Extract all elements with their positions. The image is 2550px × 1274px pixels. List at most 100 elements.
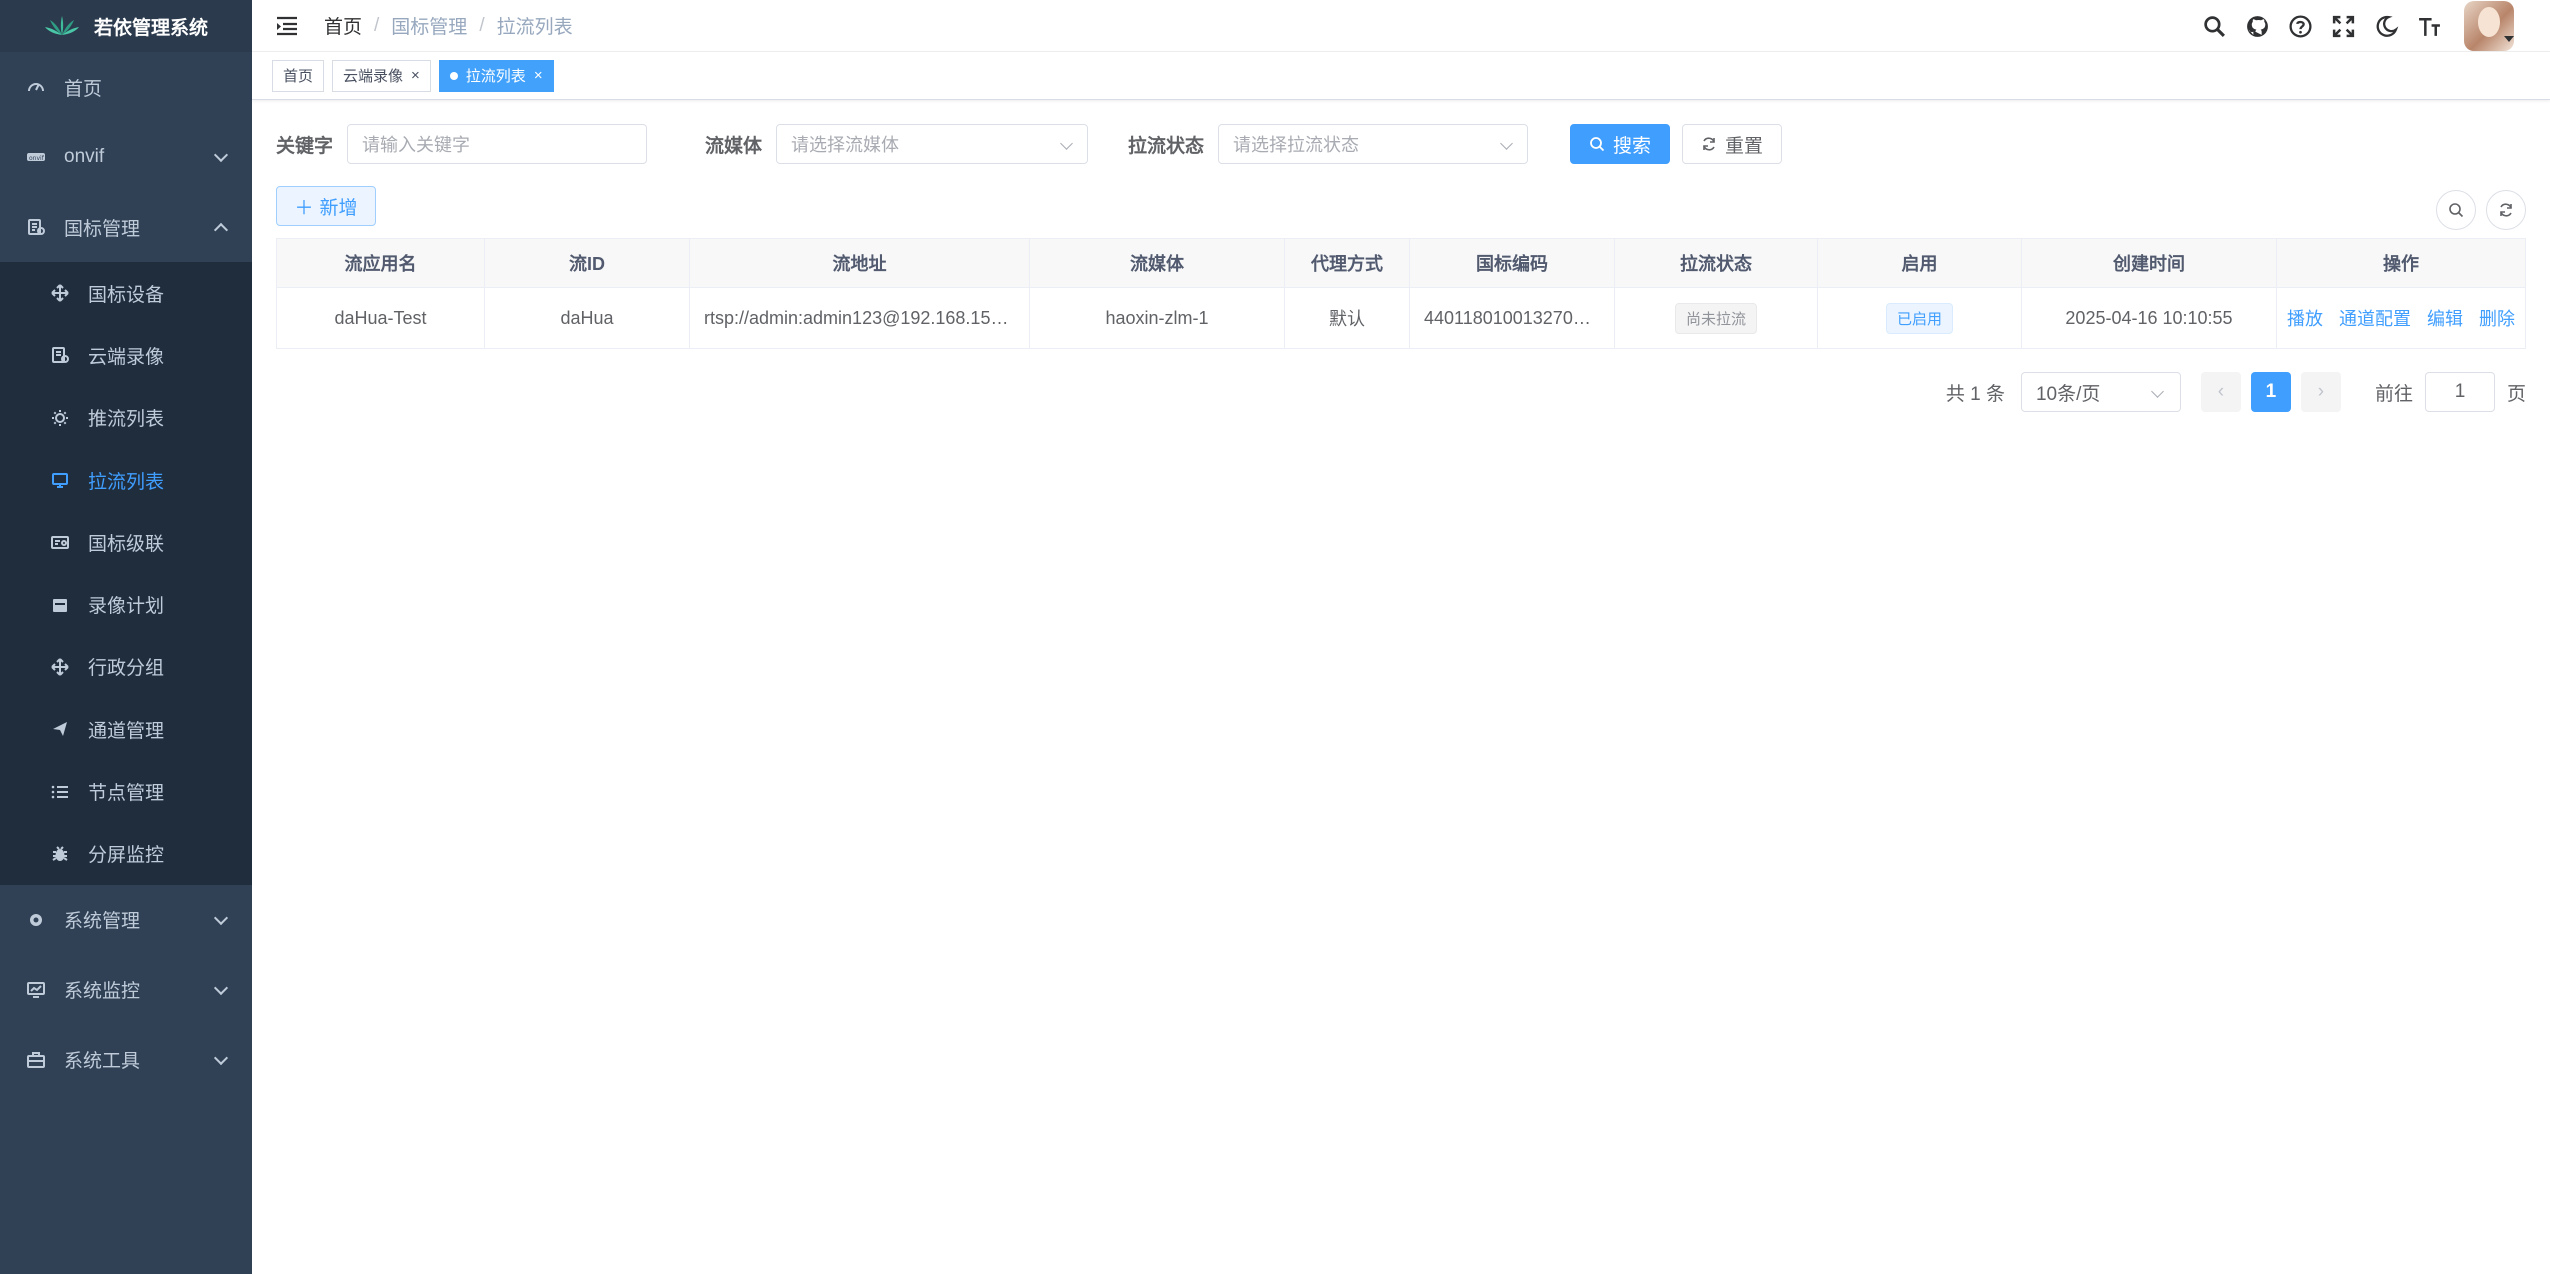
sidebar-item-system-tools[interactable]: 系统工具 <box>0 1025 252 1095</box>
chevron-down-icon <box>1500 137 1513 150</box>
sidebar-item-push-list[interactable]: 推流列表 <box>0 387 252 449</box>
column-header: 代理方式 <box>1285 239 1410 288</box>
stream-proxy-table: 流应用名 流ID 流地址 流媒体 代理方式 国标编码 拉流状态 启用 创建时间 … <box>276 238 2526 349</box>
sidebar-item-label: 系统监控 <box>64 981 141 1003</box>
sidebar-item-record-plan[interactable]: 录像计划 <box>0 573 252 635</box>
moon-icon[interactable] <box>2374 14 2399 39</box>
reset-button[interactable]: 重置 <box>1682 124 1783 164</box>
add-button[interactable]: ＋ 新增 <box>276 186 376 226</box>
table-header: 流应用名 流ID 流地址 流媒体 代理方式 国标编码 拉流状态 启用 创建时间 … <box>277 239 2525 288</box>
media-select[interactable]: 请选择流媒体 <box>776 124 1089 164</box>
keyword-input[interactable]: 请输入关键字 <box>347 124 648 164</box>
sidebar-item-channel-management[interactable]: 通道管理 <box>0 698 252 760</box>
plus-icon: ＋ <box>294 197 314 219</box>
document-icon <box>50 345 70 365</box>
goto-page-input[interactable]: 1 <box>2424 372 2495 412</box>
sidebar-item-node-management[interactable]: 节点管理 <box>0 760 252 822</box>
search-icon <box>1590 137 1605 152</box>
sidebar-item-admin-group[interactable]: 行政分组 <box>0 636 252 698</box>
table-row: daHua-Test daHua rtsp://admin:admin123@1… <box>277 288 2525 348</box>
next-page-button[interactable]: › <box>2300 372 2341 412</box>
cell-app: daHua-Test <box>277 288 485 348</box>
gear-icon <box>26 910 46 930</box>
play-link[interactable]: 播放 <box>2287 305 2323 331</box>
refresh-icon <box>1703 137 1715 151</box>
media-label: 流媒体 <box>705 135 763 157</box>
document-icon <box>26 217 46 237</box>
card-icon <box>50 532 70 552</box>
sidebar-item-system-monitor[interactable]: 系统监控 <box>0 955 252 1025</box>
status-select[interactable]: 请选择拉流状态 <box>1218 124 1529 164</box>
onvif-icon: onvif <box>26 147 46 167</box>
column-header: 流地址 <box>690 239 1030 288</box>
svg-text:onvif: onvif <box>29 155 45 162</box>
sidebar-item-label: 系统管理 <box>64 911 141 933</box>
tag-home[interactable]: 首页 <box>272 59 325 92</box>
status-placeholder: 请选择拉流状态 <box>1233 135 1360 155</box>
sidebar-item-label: 系统工具 <box>64 1051 141 1073</box>
breadcrumb-item[interactable]: 首页 <box>324 12 362 39</box>
sidebar-item-label: 分屏监控 <box>88 845 165 867</box>
sun-icon <box>50 408 70 428</box>
delete-link[interactable]: 删除 <box>2479 305 2515 331</box>
font-size-icon[interactable] <box>2417 14 2442 39</box>
question-icon[interactable] <box>2288 14 2313 39</box>
hamburger-icon[interactable] <box>274 13 300 39</box>
sidebar-item-cloud-recording[interactable]: 云端录像 <box>0 324 252 386</box>
toggle-search-button[interactable] <box>2436 190 2476 230</box>
github-icon[interactable] <box>2245 14 2270 39</box>
search-button-label: 搜索 <box>1613 135 1652 157</box>
cell-actions: 播放 通道配置 编辑 删除 <box>2277 288 2525 348</box>
search-button[interactable]: 搜索 <box>1570 124 1671 164</box>
column-header: 流应用名 <box>277 239 485 288</box>
logo-icon <box>44 16 79 35</box>
edit-link[interactable]: 编辑 <box>2427 305 2463 331</box>
tag-label: 拉流列表 <box>465 68 526 85</box>
sidebar-item-onvif[interactable]: onvif onvif <box>0 122 252 192</box>
sidebar-item-split-monitor[interactable]: 分屏监控 <box>0 823 252 885</box>
prev-page-button[interactable]: ‹ <box>2200 372 2241 412</box>
page-number[interactable]: 1 <box>2250 372 2291 412</box>
close-icon[interactable]: × <box>534 68 543 83</box>
sidebar-item-system-management[interactable]: 系统管理 <box>0 885 252 955</box>
sidebar-item-home[interactable]: 首页 <box>0 52 252 122</box>
page-size-select[interactable]: 10条/页 <box>2020 372 2181 412</box>
avatar[interactable] <box>2464 1 2514 51</box>
search-icon[interactable] <box>2202 14 2227 39</box>
sidebar-item-label: 通道管理 <box>88 720 165 742</box>
tag-pull-list[interactable]: 拉流列表 × <box>438 59 554 92</box>
sidebar-item-gb-management[interactable]: 国标管理 <box>0 192 252 262</box>
chevron-right-icon: › <box>2317 381 2325 402</box>
sidebar-item-label: 拉流列表 <box>88 471 165 493</box>
sidebar-item-gb-cascade[interactable]: 国标级联 <box>0 511 252 573</box>
column-header: 拉流状态 <box>1615 239 1818 288</box>
sidebar-item-gb-devices[interactable]: 国标设备 <box>0 262 252 324</box>
fullscreen-icon[interactable] <box>2331 14 2356 39</box>
sidebar-item-label: 行政分组 <box>88 658 165 680</box>
sidebar-item-label: 首页 <box>64 78 103 100</box>
chevron-down-icon <box>213 910 229 926</box>
add-button-label: 新增 <box>319 197 358 219</box>
list-icon <box>50 782 70 802</box>
close-icon[interactable]: × <box>411 68 420 83</box>
cell-url: rtsp://admin:admin123@192.168.158.152:55… <box>690 288 1030 348</box>
column-header: 流ID <box>485 239 690 288</box>
channel-config-link[interactable]: 通道配置 <box>2339 305 2411 331</box>
cell-stream-id: daHua <box>485 288 690 348</box>
caret-down-icon[interactable] <box>2504 36 2514 42</box>
refresh-button[interactable] <box>2486 190 2526 230</box>
sidebar-item-label: 推流列表 <box>88 409 165 431</box>
column-header: 创建时间 <box>2022 239 2277 288</box>
tag-label: 首页 <box>283 68 314 85</box>
screen-icon <box>50 470 70 490</box>
breadcrumb: 首页 / 国标管理 / 拉流列表 <box>324 12 573 39</box>
chevron-down-icon <box>213 1050 229 1066</box>
sidebar-item-pull-list[interactable]: 拉流列表 <box>0 449 252 511</box>
page-size-value: 10条/页 <box>2035 383 2101 405</box>
refresh-icon <box>2500 203 2512 217</box>
breadcrumb-separator: / <box>374 14 380 36</box>
cell-gb-code: 44011801001327000001 <box>1410 288 1615 348</box>
chevron-up-icon <box>213 222 229 238</box>
tag-cloud-recording[interactable]: 云端录像 × <box>332 59 431 92</box>
logo[interactable]: 若依管理系统 <box>0 0 252 52</box>
